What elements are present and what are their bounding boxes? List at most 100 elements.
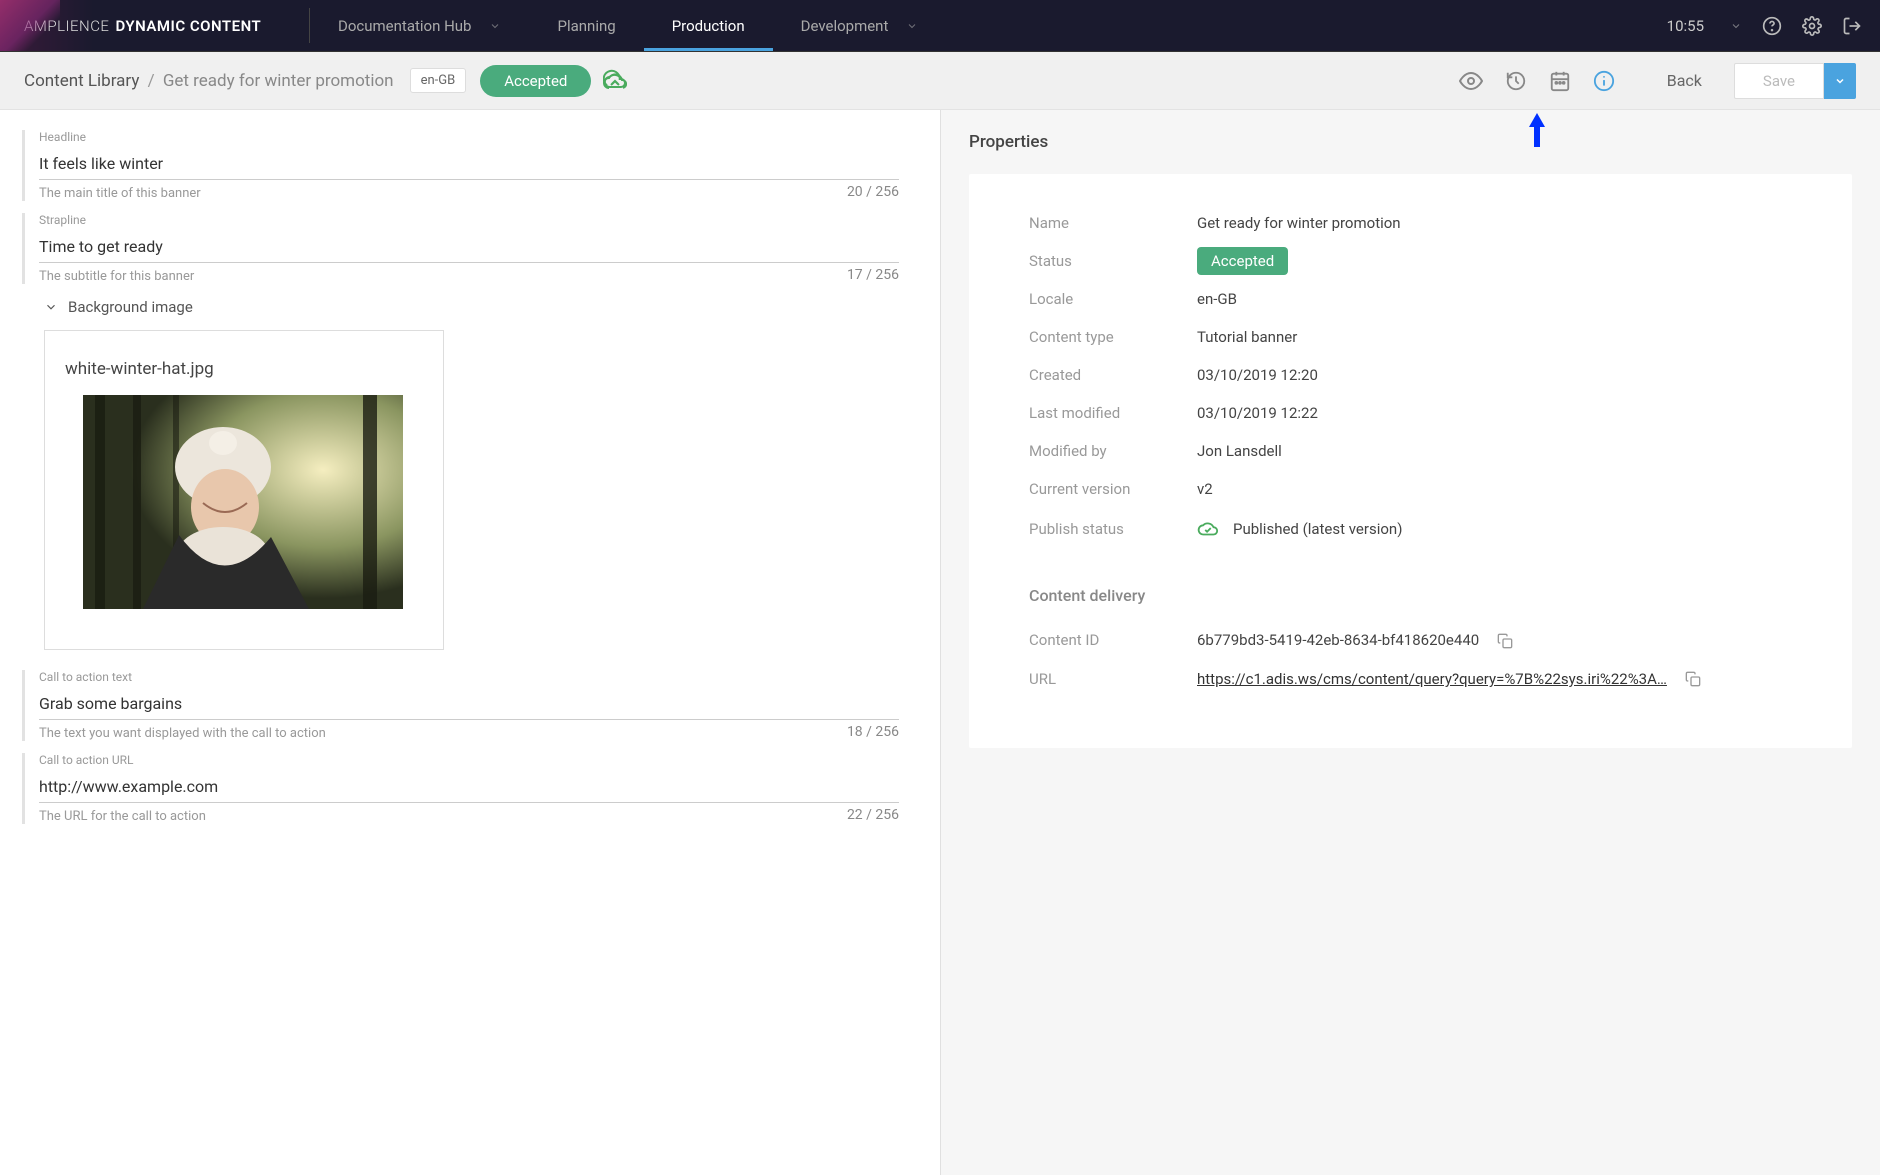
status-badge: Accepted: [1197, 247, 1288, 275]
field-help: The main title of this banner: [39, 186, 201, 201]
subheader: Content Library / Get ready for winter p…: [0, 52, 1880, 110]
breadcrumb-current: Get ready for winter promotion: [163, 71, 394, 91]
prop-label: Content ID: [1029, 631, 1197, 649]
settings-icon[interactable]: [1802, 16, 1822, 36]
properties-body: Name Get ready for winter promotion Stat…: [969, 174, 1852, 748]
content-delivery-heading: Content delivery: [1029, 586, 1792, 605]
properties-title: Properties: [941, 110, 1880, 174]
nav-tabs: Documentation Hub Planning Production De…: [310, 0, 946, 51]
prop-label: Content type: [1029, 328, 1197, 346]
prop-created: Created 03/10/2019 12:20: [1029, 366, 1792, 384]
prop-value: 03/10/2019 12:20: [1197, 366, 1318, 384]
background-image-section-toggle[interactable]: Background image: [44, 298, 910, 316]
prop-value: 03/10/2019 12:22: [1197, 404, 1318, 422]
prop-label: Created: [1029, 366, 1197, 384]
brand-name-bold: DYNAMIC CONTENT: [115, 17, 261, 35]
field-label: Strapline: [39, 213, 910, 227]
image-thumbnail: [83, 395, 403, 609]
cta-url-field: Call to action URL The URL for the call …: [22, 753, 910, 824]
prop-label: Locale: [1029, 290, 1197, 308]
prop-modified-by: Modified by Jon Lansdell: [1029, 442, 1792, 460]
prop-content-id: Content ID 6b779bd3-5419-42eb-8634-bf418…: [1029, 631, 1792, 649]
calendar-icon[interactable]: [1549, 70, 1571, 92]
copy-icon[interactable]: [1497, 633, 1513, 649]
top-nav: AMPLIENCE DYNAMIC CONTENT Documentation …: [0, 0, 1880, 52]
logout-icon[interactable]: [1842, 16, 1862, 36]
headline-input[interactable]: [39, 150, 899, 180]
breadcrumb-separator: /: [148, 71, 155, 91]
image-card[interactable]: white-winter-hat.jpg: [44, 330, 444, 650]
prop-status: Status Accepted: [1029, 252, 1792, 270]
prop-label: Publish status: [1029, 520, 1197, 538]
cta-text-input[interactable]: [39, 690, 899, 720]
breadcrumb-root[interactable]: Content Library: [24, 71, 139, 91]
nav-documentation-hub[interactable]: Documentation Hub: [310, 0, 529, 51]
brand-name-light: AMPLIENCE: [24, 17, 109, 35]
top-right-controls: 10:55: [1667, 16, 1880, 36]
field-label: Call to action URL: [39, 753, 910, 767]
content-form: Headline The main title of this banner 2…: [0, 110, 940, 1175]
chevron-down-icon: [489, 20, 501, 32]
field-label: Call to action text: [39, 670, 910, 684]
cloud-check-icon: [1197, 518, 1219, 540]
prop-version: Current version v2: [1029, 480, 1792, 498]
delivery-url-link[interactable]: https://c1.adis.ws/cms/content/query?que…: [1197, 670, 1667, 688]
info-icon[interactable]: [1593, 70, 1615, 92]
nav-label: Documentation Hub: [338, 17, 471, 35]
prop-label: Name: [1029, 214, 1197, 232]
prop-value: Published (latest version): [1233, 520, 1402, 538]
field-help: The URL for the call to action: [39, 809, 206, 824]
nav-label: Development: [801, 17, 889, 35]
prop-value: en-GB: [1197, 290, 1237, 308]
main-body: Headline The main title of this banner 2…: [0, 110, 1880, 1175]
status-chip[interactable]: Accepted: [480, 65, 591, 97]
image-filename: white-winter-hat.jpg: [65, 359, 429, 379]
nav-planning[interactable]: Planning: [529, 0, 643, 51]
char-count: 22 / 256: [847, 807, 899, 824]
prop-label: Modified by: [1029, 442, 1197, 460]
nav-production[interactable]: Production: [644, 0, 773, 51]
nav-label: Planning: [557, 17, 615, 35]
history-icon[interactable]: [1505, 70, 1527, 92]
preview-eye-icon[interactable]: [1459, 69, 1483, 93]
clock-time: 10:55: [1667, 17, 1704, 35]
prop-last-modified: Last modified 03/10/2019 12:22: [1029, 404, 1792, 422]
prop-url: URL https://c1.adis.ws/cms/content/query…: [1029, 669, 1792, 688]
prop-value: 6b779bd3-5419-42eb-8634-bf418620e440: [1197, 631, 1479, 649]
strapline-field: Strapline The subtitle for this banner 1…: [22, 213, 910, 284]
copy-icon[interactable]: [1685, 671, 1701, 687]
prop-value: Get ready for winter promotion: [1197, 214, 1401, 232]
strapline-input[interactable]: [39, 233, 899, 263]
back-button[interactable]: Back: [1667, 71, 1702, 90]
properties-panel: Properties Name Get ready for winter pro…: [940, 110, 1880, 1175]
prop-locale: Locale en-GB: [1029, 290, 1792, 308]
nav-development[interactable]: Development: [773, 0, 947, 51]
char-count: 17 / 256: [847, 267, 899, 284]
save-button[interactable]: Save: [1734, 63, 1824, 99]
field-label: Headline: [39, 130, 910, 144]
char-count: 18 / 256: [847, 724, 899, 741]
prop-label: Last modified: [1029, 404, 1197, 422]
headline-field: Headline The main title of this banner 2…: [22, 130, 910, 201]
prop-value: Tutorial banner: [1197, 328, 1297, 346]
prop-publish-status: Publish status Published (latest version…: [1029, 518, 1792, 540]
help-icon[interactable]: [1762, 16, 1782, 36]
save-dropdown-button[interactable]: [1824, 63, 1856, 99]
save-button-group: Save: [1734, 63, 1856, 99]
chevron-down-icon: [906, 20, 918, 32]
prop-label: URL: [1029, 670, 1197, 688]
prop-value: v2: [1197, 480, 1213, 498]
field-help: The subtitle for this banner: [39, 269, 194, 284]
prop-content-type: Content type Tutorial banner: [1029, 328, 1792, 346]
cta-url-input[interactable]: [39, 773, 899, 803]
chevron-down-icon[interactable]: [1730, 20, 1742, 32]
prop-label: Status: [1029, 252, 1197, 270]
section-title: Background image: [68, 298, 193, 316]
cta-text-field: Call to action text The text you want di…: [22, 670, 910, 741]
nav-label: Production: [672, 17, 745, 35]
chevron-down-icon: [44, 300, 58, 314]
brand-logo: AMPLIENCE DYNAMIC CONTENT: [0, 0, 310, 51]
publish-cloud-icon[interactable]: [603, 69, 627, 93]
locale-chip[interactable]: en-GB: [410, 68, 467, 93]
subheader-actions: Back Save: [1459, 63, 1856, 99]
